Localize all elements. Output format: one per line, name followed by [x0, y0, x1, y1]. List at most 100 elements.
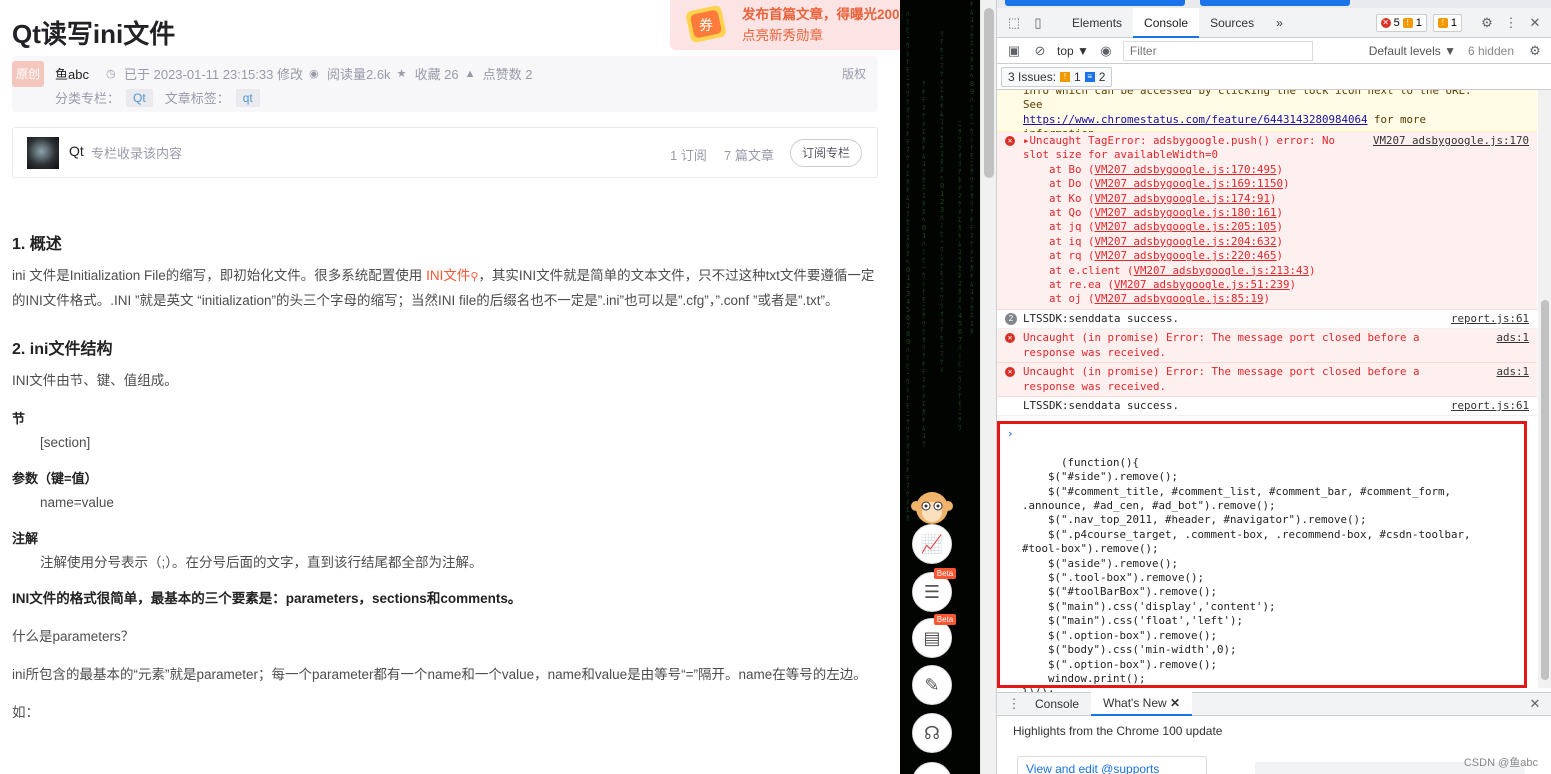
coupon-icon: 券 — [686, 5, 726, 43]
trend-chart-icon[interactable]: 📈 — [912, 524, 952, 564]
promo-banner[interactable]: 券 发布首篇文章，得曝光2000流量券 点亮新秀勋章 ✕ — [670, 0, 900, 50]
context-selector[interactable]: top ▼ — [1057, 44, 1089, 58]
settings-gear-icon[interactable]: ⚙ — [1478, 14, 1496, 32]
copyright-link[interactable]: 版权 — [842, 65, 866, 82]
console-filter-input[interactable] — [1122, 40, 1313, 61]
close-drawer-icon[interactable]: ✕ — [1526, 695, 1544, 713]
headset-icon[interactable]: ☊ — [912, 713, 952, 753]
log2-source[interactable]: report.js:61 — [1451, 399, 1529, 413]
issues-bar: 3 Issues: ! 1 ≡ 2 — [997, 64, 1551, 90]
chromestatus-link[interactable]: https://www.chromestatus.com/feature/644… — [1023, 113, 1368, 126]
star-icon[interactable]: ★ — [397, 68, 409, 80]
format-summary: INI文件的格式很简单，最基本的三个要素是：parameters，section… — [12, 591, 522, 606]
console-settings-icon[interactable]: ⚙ — [1526, 42, 1544, 60]
stack-frame: at iq (VM207 adsbygoogle.js:204:632) — [1049, 234, 1284, 248]
devtools-tabbar: ⬚ ▯ Elements Console Sources » ✕ 5 ! 1 ! 1 … — [997, 7, 1551, 38]
stack-frame-fn: at Bo — [1049, 162, 1082, 176]
log-levels-dropdown[interactable]: Default levels ▼ — [1369, 44, 1456, 58]
issues-counter[interactable]: ! 1 — [1432, 13, 1462, 32]
error-warning-counter[interactable]: ✕ 5 ! 1 — [1375, 13, 1427, 32]
err2-source[interactable]: ads:1 — [1496, 331, 1529, 345]
kebab-menu-icon[interactable]: ⋮ — [1502, 14, 1520, 32]
more-tabs-icon[interactable]: » — [1265, 8, 1294, 38]
stack-frame-link[interactable]: VM207 adsbygoogle.js:174:91 — [1095, 192, 1271, 205]
tab-elements[interactable]: Elements — [1061, 8, 1133, 38]
promo-line1: 发布首篇文章，得曝光2000流量券 — [742, 7, 900, 22]
error-icon: ✕ — [1005, 367, 1015, 378]
subscribe-column-button[interactable]: 订阅专栏 — [790, 139, 862, 167]
clear-console-icon[interactable]: ⊘ — [1031, 42, 1049, 60]
console-input-code[interactable]: (function(){ $("#side").remove(); $("#co… — [1022, 456, 1471, 700]
issues-button[interactable]: 3 Issues: ! 1 ≡ 2 — [1001, 66, 1113, 87]
stack-frame: at Do (VM207 adsbygoogle.js:169:1150) — [1049, 177, 1290, 191]
stack-frame-link[interactable]: VM207 adsbygoogle.js:204:632 — [1095, 235, 1277, 248]
warning-text: info which can be accessed by clicking t… — [1023, 90, 1472, 112]
overview-paragraph: ini 文件是Initialization File的缩写，即初始化文件。很多系… — [12, 264, 878, 313]
error-icon: ✕ — [1005, 136, 1015, 146]
stack-frame-fn: at oj — [1049, 292, 1082, 306]
author-link[interactable]: 鱼abc — [55, 64, 89, 83]
hidden-count: 6 hidden — [1467, 43, 1514, 58]
top-blue-button[interactable] — [1005, 0, 1185, 6]
column-post-count: 7 篇文章 — [724, 148, 774, 163]
error-icon: ✕ — [1380, 17, 1391, 28]
stack-frame-link[interactable]: VM207 adsbygoogle.js:169:1150 — [1095, 177, 1284, 190]
page-scrollbar[interactable] — [980, 0, 996, 774]
log1-source[interactable]: report.js:61 — [1451, 312, 1529, 326]
issue-info-icon: ≡ — [1084, 71, 1095, 82]
issues-label: 3 Issues: — [1008, 69, 1057, 84]
stack-frame-link[interactable]: VM207 adsbygoogle.js:213:43 — [1134, 264, 1310, 277]
promo-line2: 点亮新秀勋章 — [742, 28, 823, 43]
top-blue-button-2[interactable] — [1200, 0, 1350, 6]
error-icon: ✕ — [1005, 333, 1015, 344]
tab-console[interactable]: Console — [1133, 7, 1200, 38]
close-tab-icon[interactable]: ✕ — [1170, 696, 1180, 710]
stack-frame-fn: at Qo — [1049, 206, 1082, 220]
page-scroll-thumb[interactable] — [984, 8, 994, 178]
more-tool-icon[interactable]: ⋯ — [912, 762, 952, 774]
csdn-watermark: CSDN @鱼abc — [1463, 757, 1538, 769]
note-term-title: 注解 — [12, 531, 39, 546]
column-desc: 专栏收录该内容 — [91, 146, 183, 161]
tagerror-source[interactable]: VM207 adsbygoogle.js:170 — [1373, 134, 1529, 148]
section-heading-overview: 1. 概述 — [12, 236, 62, 253]
issue-count: 1 — [1450, 16, 1457, 29]
inspect-element-icon[interactable]: ⬚ — [1005, 14, 1023, 32]
device-toolbar-icon[interactable]: ▯ — [1029, 14, 1047, 32]
like-count[interactable]: 点赞数 2 — [483, 64, 533, 83]
log2-text: LTSSDK:senddata success. — [1023, 398, 1180, 412]
drawer-tab-console[interactable]: Console — [1023, 693, 1091, 715]
stack-frame-fn: at e.client — [1049, 263, 1121, 277]
console-scrollbar[interactable] — [1538, 90, 1551, 688]
stack-frame-link[interactable]: VM207 adsbygoogle.js:180:161 — [1095, 206, 1277, 219]
favorite-count[interactable]: 收藏 26 — [415, 64, 459, 83]
stack-frame-link[interactable]: VM207 adsbygoogle.js:205:105 — [1095, 220, 1277, 233]
notebook-icon[interactable]: ✎ — [912, 665, 952, 705]
column-tag[interactable]: Qt — [126, 88, 153, 107]
stack-frame-link[interactable]: VM207 adsbygoogle.js:170:495 — [1095, 163, 1277, 176]
drawer-menu-icon[interactable]: ⋮ — [1005, 695, 1023, 713]
beta-badge-2: Beta — [934, 614, 956, 625]
close-devtools-icon[interactable]: ✕ — [1526, 14, 1544, 32]
ini-file-link[interactable]: INI文件 — [426, 268, 470, 283]
console-log-ltssdk-1: 2 LTSSDK:senddata success. report.js:61 — [997, 310, 1537, 330]
article-body: 1. 概述 ini 文件是Initialization File的缩写，即初始化… — [12, 230, 878, 725]
thumb-up-icon[interactable]: ▲ — [465, 68, 477, 80]
tab-sources[interactable]: Sources — [1199, 8, 1265, 38]
stack-frame-link[interactable]: VM207 adsbygoogle.js:51:239 — [1114, 278, 1290, 291]
article-tag[interactable]: qt — [235, 88, 260, 107]
column-card[interactable]: Qt 专栏收录该内容 1 订阅 7 篇文章 订阅专栏 — [12, 127, 878, 178]
console-scroll-thumb[interactable] — [1541, 300, 1549, 680]
stack-frame: at re.ea (VM207 adsbygoogle.js:51:239) — [1049, 278, 1297, 292]
live-expression-eye-icon[interactable]: ◉ — [1097, 42, 1115, 60]
stack-frame-link[interactable]: VM207 adsbygoogle.js:85:19 — [1095, 292, 1264, 305]
column-name[interactable]: Qt — [69, 143, 84, 159]
sidebar-toggle-icon[interactable]: ▣ — [1005, 42, 1023, 60]
whats-new-card-link[interactable]: View and edit @supports — [1017, 756, 1207, 774]
eye-icon: ◉ — [308, 67, 319, 80]
err3-source[interactable]: ads:1 — [1496, 365, 1529, 379]
drawer-tab-whats-new[interactable]: What's New ✕ — [1091, 692, 1193, 716]
stack-frame-link[interactable]: VM207 adsbygoogle.js:220:465 — [1095, 249, 1277, 262]
console-input-code-highlighted[interactable]: › (function(){ $("#side").remove(); $("#… — [997, 421, 1527, 699]
drawer-tabbar: ⋮ Console What's New ✕ ✕ — [997, 692, 1551, 716]
